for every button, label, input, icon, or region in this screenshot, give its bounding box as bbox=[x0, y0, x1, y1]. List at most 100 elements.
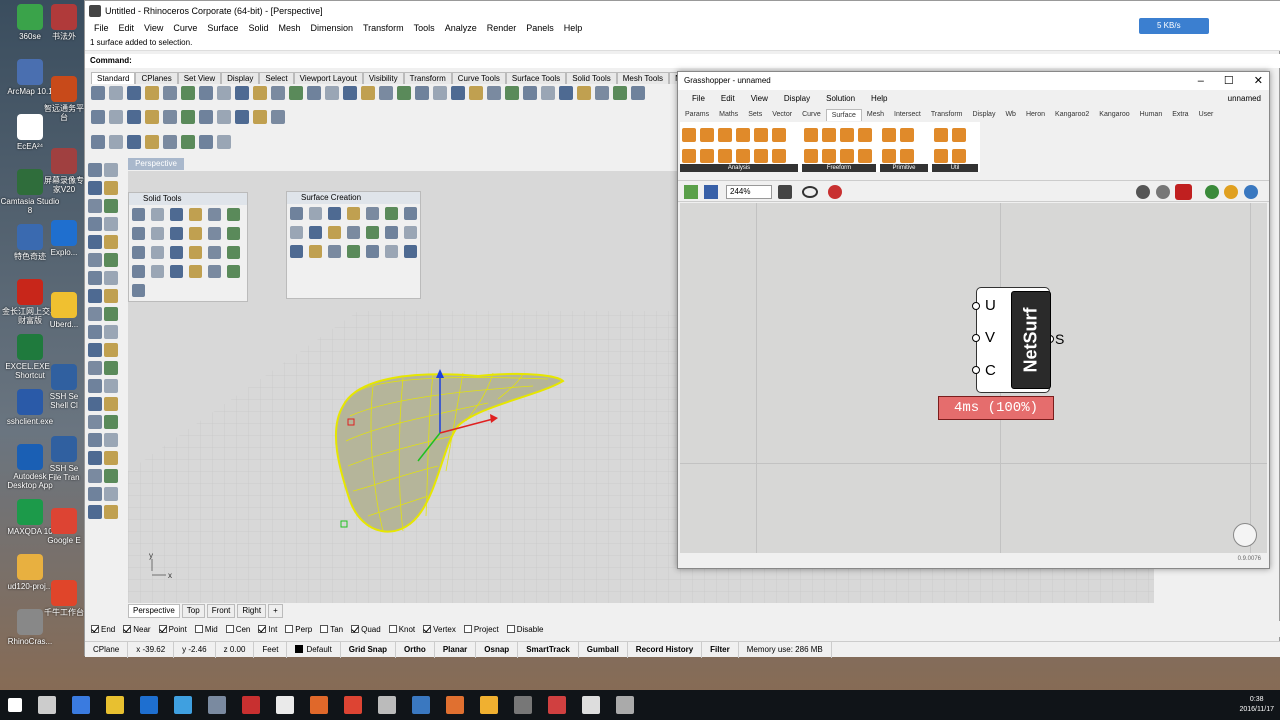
render-button[interactable] bbox=[127, 135, 141, 149]
solid-tool-button[interactable] bbox=[132, 227, 145, 240]
toolbar-button[interactable] bbox=[595, 86, 609, 100]
tool-button[interactable] bbox=[88, 163, 102, 177]
solid-tool-button[interactable] bbox=[189, 208, 202, 221]
toolbar-button[interactable] bbox=[487, 86, 501, 100]
osnap-checkbox[interactable] bbox=[423, 625, 432, 634]
gh-tab[interactable]: User bbox=[1194, 109, 1219, 121]
tool-button[interactable] bbox=[104, 163, 118, 177]
tool-button[interactable] bbox=[104, 397, 118, 411]
toolbar-tab[interactable]: Display bbox=[221, 72, 260, 84]
surface-tool-button[interactable] bbox=[366, 245, 379, 258]
zoom-dropdown[interactable]: 244% bbox=[726, 185, 772, 199]
solid-tool-button[interactable] bbox=[208, 265, 221, 278]
surface-component-icon[interactable] bbox=[718, 128, 732, 142]
grasshopper-canvas[interactable]: U V C NetSurf S 4ms (100%) bbox=[680, 203, 1267, 553]
toolbar-button[interactable] bbox=[433, 86, 447, 100]
solid-tool-button[interactable] bbox=[170, 208, 183, 221]
osnap-knot[interactable]: Knot bbox=[388, 625, 415, 634]
tool-button[interactable] bbox=[104, 181, 118, 195]
gh-tab[interactable]: Display bbox=[968, 109, 1001, 121]
tool-button[interactable] bbox=[104, 217, 118, 231]
toolbar-button[interactable] bbox=[217, 110, 231, 124]
solid-tool-button[interactable] bbox=[227, 265, 240, 278]
surface-tool-button[interactable] bbox=[404, 226, 417, 239]
tool-button[interactable] bbox=[104, 451, 118, 465]
solid-tool-button[interactable] bbox=[227, 208, 240, 221]
toolbar-button[interactable] bbox=[523, 86, 537, 100]
menu-item-mesh[interactable]: Mesh bbox=[273, 21, 305, 37]
tool-button[interactable] bbox=[104, 505, 118, 519]
app-icon[interactable] bbox=[276, 696, 294, 714]
toolbar-button[interactable] bbox=[361, 86, 375, 100]
toolbar-button[interactable] bbox=[271, 86, 285, 100]
toolbar-button[interactable] bbox=[127, 110, 141, 124]
tool-button[interactable] bbox=[88, 289, 102, 303]
gh-tab[interactable]: Transform bbox=[926, 109, 968, 121]
app-icon[interactable] bbox=[446, 696, 464, 714]
surface-component-icon[interactable] bbox=[682, 149, 696, 163]
wireframe-icon[interactable] bbox=[1156, 185, 1170, 199]
solid-tool-button[interactable] bbox=[189, 227, 202, 240]
gh-tab[interactable]: Params bbox=[680, 109, 714, 121]
surface-component-icon[interactable] bbox=[858, 128, 872, 142]
toolbar-button[interactable] bbox=[109, 110, 123, 124]
surface-component-icon[interactable] bbox=[840, 149, 854, 163]
app-icon[interactable] bbox=[480, 696, 498, 714]
surface-tool-button[interactable] bbox=[309, 245, 322, 258]
minimize-icon[interactable]: – bbox=[1198, 72, 1204, 90]
toolbar-button[interactable] bbox=[451, 86, 465, 100]
navigation-widget[interactable] bbox=[1233, 523, 1257, 547]
surface-component-icon[interactable] bbox=[882, 149, 896, 163]
chrome-icon[interactable] bbox=[344, 696, 362, 714]
toolbar-button[interactable] bbox=[199, 86, 213, 100]
open-file-icon[interactable] bbox=[684, 185, 698, 199]
tool-button[interactable] bbox=[88, 343, 102, 357]
toolbar-tab[interactable]: Solid Tools bbox=[566, 72, 617, 84]
surface-tool-button[interactable] bbox=[328, 207, 341, 220]
tool-button[interactable] bbox=[104, 361, 118, 375]
osnap-checkbox[interactable] bbox=[351, 625, 360, 634]
surface-component-icon[interactable] bbox=[700, 149, 714, 163]
toolbar-button[interactable] bbox=[253, 110, 267, 124]
toolbar-tab[interactable]: Viewport Layout bbox=[293, 72, 363, 84]
toolbar-button[interactable] bbox=[217, 86, 231, 100]
toolbar-tab[interactable]: Surface Tools bbox=[505, 72, 567, 84]
sketch-icon[interactable] bbox=[828, 185, 842, 199]
desktop-icon[interactable]: SSH Se Shell Cl bbox=[44, 364, 84, 410]
osnap-point[interactable]: Point bbox=[158, 625, 187, 634]
gh-tab[interactable]: Mesh bbox=[862, 109, 889, 121]
toolbar-button[interactable] bbox=[343, 86, 357, 100]
tool-button[interactable] bbox=[88, 181, 102, 195]
solid-tool-button[interactable] bbox=[227, 246, 240, 259]
shaded-preview-icon[interactable] bbox=[1175, 184, 1192, 200]
osnap-end[interactable]: End bbox=[91, 625, 115, 634]
pdf-icon[interactable] bbox=[548, 696, 566, 714]
preview-mode-icon[interactable] bbox=[1136, 185, 1150, 199]
tool-button[interactable] bbox=[104, 253, 118, 267]
render-button[interactable] bbox=[163, 135, 177, 149]
rhino-taskbar-icon[interactable] bbox=[514, 696, 532, 714]
menu-item-edit[interactable]: Edit bbox=[114, 21, 140, 37]
desktop-icon[interactable]: 屏幕录像专家V20 bbox=[44, 148, 84, 194]
surface-component-icon[interactable] bbox=[840, 128, 854, 142]
selected-preview-icon[interactable] bbox=[1205, 185, 1219, 199]
tool-button[interactable] bbox=[104, 289, 118, 303]
surface-tool-button[interactable] bbox=[385, 226, 398, 239]
surface-tool-button[interactable] bbox=[385, 207, 398, 220]
status-pane[interactable]: Planar bbox=[435, 641, 477, 658]
osnap-checkbox[interactable] bbox=[123, 625, 132, 634]
osnap-checkbox[interactable] bbox=[388, 625, 397, 634]
gh-menu-item[interactable]: File bbox=[684, 92, 713, 106]
surface-tool-button[interactable] bbox=[404, 245, 417, 258]
display-icon[interactable] bbox=[1244, 185, 1258, 199]
store-icon[interactable] bbox=[106, 696, 124, 714]
menu-item-analyze[interactable]: Analyze bbox=[440, 21, 482, 37]
app-icon[interactable] bbox=[412, 696, 430, 714]
zoom-extents-icon[interactable] bbox=[778, 185, 792, 199]
tool-button[interactable] bbox=[88, 307, 102, 321]
solid-tool-button[interactable] bbox=[151, 227, 164, 240]
surface-tool-button[interactable] bbox=[366, 226, 379, 239]
solid-tool-button[interactable] bbox=[132, 284, 145, 297]
gh-tab[interactable]: Extra bbox=[1167, 109, 1193, 121]
color-icon[interactable] bbox=[1224, 185, 1238, 199]
